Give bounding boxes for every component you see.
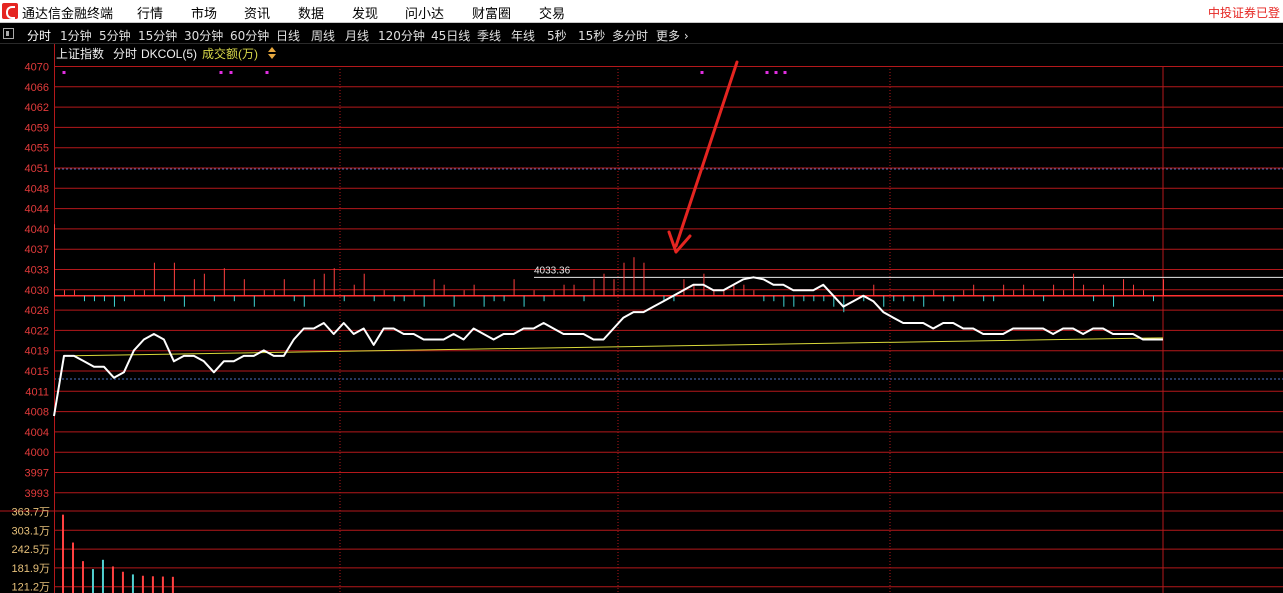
period-more-label: 更多 [656, 29, 681, 43]
price-tick-label: 4000 [25, 447, 49, 459]
view-label: 分时 [113, 47, 137, 61]
price-tick-label: 4066 [25, 82, 49, 94]
signal-dot [265, 71, 269, 74]
price-tick-label: 4026 [25, 305, 49, 317]
period-5sec[interactable]: 5秒 [547, 27, 567, 44]
signal-dot [783, 71, 787, 74]
signal-dot [229, 71, 233, 74]
period-15min[interactable]: 15分钟 [138, 27, 177, 44]
high-value-label: 4033.36 [534, 265, 571, 276]
volume-tick-label: 121.2万 [11, 582, 50, 593]
period-yearly[interactable]: 年线 [511, 27, 535, 44]
price-tick-label: 4008 [25, 407, 49, 419]
menu-faxian[interactable]: 发现 [352, 3, 378, 22]
price-tick-label: 4015 [25, 366, 49, 378]
price-tick-label: 4004 [25, 427, 49, 439]
price-tick-label: 4033 [25, 265, 49, 277]
price-tick-label: 4019 [25, 346, 49, 358]
period-120min[interactable]: 120分钟 [378, 27, 425, 44]
price-tick-label: 4022 [25, 325, 49, 337]
period-fenshi[interactable]: 分时 [27, 27, 51, 44]
volume-type-label: 成交额(万) [202, 46, 258, 61]
signal-dot [219, 71, 223, 74]
period-15sec[interactable]: 15秒 [578, 27, 605, 44]
period-30min[interactable]: 30分钟 [184, 27, 223, 44]
sidebar-toggle-icon[interactable] [3, 28, 14, 39]
period-5min[interactable]: 5分钟 [99, 27, 131, 44]
menu-bar: 通达信金融终端 行情 市场 资讯 数据 发现 问小达 财富圈 交易 中投证券已登 [0, 0, 1283, 23]
broker-status[interactable]: 中投证券已登 [1208, 4, 1280, 21]
price-tick-label: 3993 [25, 488, 49, 500]
price-tick-label: 4055 [25, 143, 49, 155]
menu-zixun[interactable]: 资讯 [244, 3, 270, 22]
signal-dot [765, 71, 769, 74]
price-tick-label: 4070 [25, 62, 49, 74]
period-quarterly[interactable]: 季线 [477, 27, 501, 44]
volume-tick-label: 363.7万 [11, 507, 50, 519]
indicator-label: DKCOL(5) [141, 47, 197, 61]
period-multi[interactable]: 多分时 [612, 27, 648, 44]
index-name-label: 上证指数 [56, 46, 104, 61]
menu-jiaoyi[interactable]: 交易 [539, 3, 565, 22]
period-monthly[interactable]: 月线 [345, 27, 369, 44]
menu-shuju[interactable]: 数据 [298, 3, 324, 22]
price-tick-label: 4051 [25, 163, 49, 175]
menu-wenxiaoda[interactable]: 问小达 [405, 3, 444, 22]
price-tick-label: 4059 [25, 122, 49, 134]
signal-dot [700, 71, 704, 74]
menu-caifuquan[interactable]: 财富圈 [472, 3, 511, 22]
signal-dot [62, 71, 66, 74]
price-tick-label: 4037 [25, 244, 49, 256]
period-toolbar: 分时 1分钟 5分钟 15分钟 30分钟 60分钟 日线 周线 月线 120分钟… [0, 24, 1283, 44]
app-logo-icon [2, 3, 18, 19]
intraday-chart[interactable]: 4070 4066 4062 4059 4055 4051 4048 4044 4040 4037… [0, 44, 1283, 593]
period-daily[interactable]: 日线 [276, 27, 300, 44]
period-45day[interactable]: 45日线 [431, 27, 470, 44]
volume-tick-label: 303.1万 [11, 525, 50, 537]
price-tick-label: 4062 [25, 102, 49, 114]
price-tick-label: 4040 [25, 224, 49, 236]
period-1min[interactable]: 1分钟 [60, 27, 92, 44]
volume-tick-label: 242.5万 [11, 544, 50, 556]
period-60min[interactable]: 60分钟 [230, 27, 269, 44]
app-title: 通达信金融终端 [22, 7, 114, 22]
chart-canvas[interactable]: 4070 4066 4062 4059 4055 4051 4048 4044 4040 4037… [0, 44, 1283, 593]
price-tick-label: 4048 [25, 183, 49, 195]
menu-shichang[interactable]: 市场 [191, 3, 217, 22]
chevron-right-icon: › [683, 29, 689, 43]
period-more[interactable]: 更多 › [656, 27, 689, 44]
period-weekly[interactable]: 周线 [311, 27, 335, 44]
price-tick-label: 4044 [25, 204, 49, 216]
price-tick-label: 4030 [25, 285, 49, 297]
price-tick-label: 3997 [25, 468, 49, 480]
volume-tick-label: 181.9万 [11, 563, 50, 575]
menu-hangqing[interactable]: 行情 [137, 3, 163, 22]
price-tick-label: 4011 [25, 386, 49, 398]
signal-dot [774, 71, 778, 74]
